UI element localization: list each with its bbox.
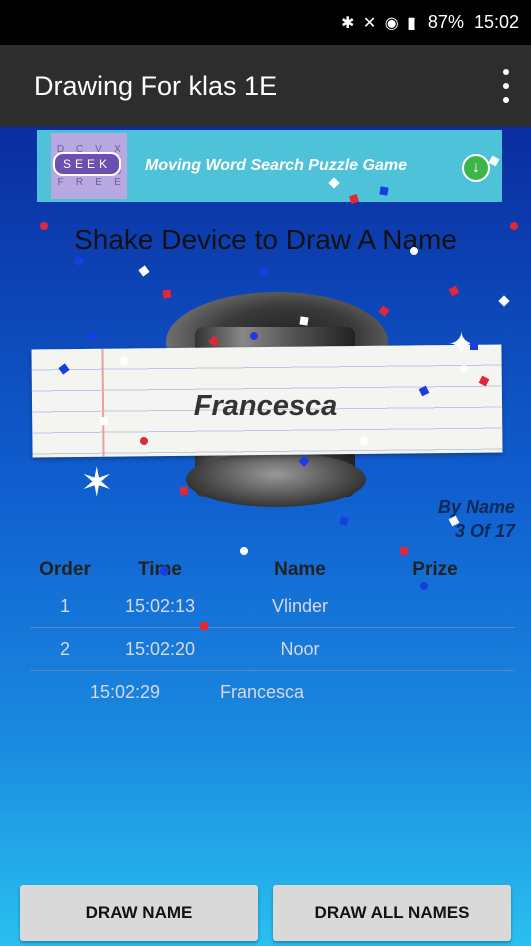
app-title: Drawing For klas 1E bbox=[34, 70, 278, 101]
confetti-piece bbox=[40, 222, 48, 230]
overflow-menu-icon[interactable] bbox=[495, 65, 517, 107]
table-row: 1 15:02:13 Vlinder bbox=[30, 585, 515, 628]
confetti-piece bbox=[258, 265, 270, 277]
confetti-piece bbox=[448, 285, 460, 297]
confetti-piece bbox=[179, 486, 189, 496]
confetti-piece bbox=[470, 342, 478, 350]
draw-name-button[interactable]: DRAW NAME bbox=[20, 885, 258, 941]
confetti-piece bbox=[89, 331, 99, 341]
download-icon[interactable]: ↓ bbox=[462, 154, 490, 182]
ad-banner[interactable]: DCVX PLAY ZGBG FREE SEEK Moving Word Sea… bbox=[37, 130, 502, 202]
battery-percent: 87% bbox=[427, 12, 464, 32]
confetti-piece bbox=[73, 255, 85, 267]
button-bar: DRAW NAME DRAW ALL NAMES bbox=[0, 885, 531, 941]
draw-results-table: Order Time Name Prize 1 15:02:13 Vlinder… bbox=[30, 555, 515, 713]
table-row: 15:02:29 Francesca bbox=[89, 681, 305, 702]
mode-label: By Name bbox=[437, 497, 515, 517]
confetti-piece bbox=[498, 295, 510, 307]
ad-text: Moving Word Search Puzzle Game bbox=[145, 157, 407, 174]
drawn-name: Francesca bbox=[193, 390, 338, 422]
clock: 15:02 bbox=[473, 12, 519, 32]
ad-seek-badge: SEEK bbox=[53, 152, 122, 176]
confetti-piece bbox=[378, 305, 390, 317]
confetti-piece bbox=[338, 515, 350, 527]
confetti-piece bbox=[99, 416, 109, 426]
header-order: Order bbox=[39, 559, 91, 580]
confetti-piece bbox=[162, 289, 172, 299]
status-icons: ✱ ✕ ◉ ▮ bbox=[341, 14, 418, 32]
confetti-piece bbox=[379, 186, 389, 196]
sparkle-icon: ✶ bbox=[80, 461, 114, 505]
headline: Shake Device to Draw A Name bbox=[74, 224, 457, 255]
confetti-piece bbox=[299, 316, 309, 326]
main-content: DCVX PLAY ZGBG FREE SEEK Moving Word Sea… bbox=[0, 127, 531, 946]
header-name: Name bbox=[274, 559, 326, 580]
confetti-piece bbox=[138, 265, 150, 277]
confetti-piece bbox=[399, 546, 409, 556]
header-prize: Prize bbox=[412, 559, 458, 580]
confetti-piece bbox=[200, 622, 208, 630]
table-row: 2 15:02:20 Noor bbox=[30, 628, 515, 671]
top-hat-base bbox=[186, 452, 366, 507]
table-header: Order Time Name Prize bbox=[30, 555, 515, 585]
confetti-piece bbox=[460, 365, 468, 373]
app-bar: Drawing For klas 1E bbox=[0, 45, 531, 127]
draw-all-names-button[interactable]: DRAW ALL NAMES bbox=[273, 885, 511, 941]
status-bar: ✱ ✕ ◉ ▮ 87% 15:02 bbox=[0, 0, 531, 45]
